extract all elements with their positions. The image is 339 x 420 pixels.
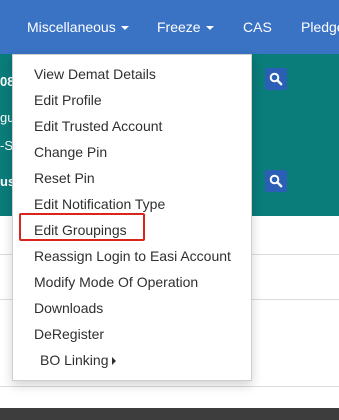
menu-item-view-demat-details[interactable]: View Demat Details xyxy=(13,61,251,87)
search-icon xyxy=(269,72,283,86)
nav-pledge[interactable]: Pledge xyxy=(301,0,339,54)
menu-item-reset-pin[interactable]: Reset Pin xyxy=(13,165,251,191)
nav-miscellaneous[interactable]: Miscellaneous xyxy=(27,0,129,54)
nav-cas-label: CAS xyxy=(243,19,272,35)
divider xyxy=(0,386,339,387)
caret-down-icon xyxy=(205,26,214,31)
nav-freeze[interactable]: Freeze xyxy=(157,0,214,54)
search-button[interactable] xyxy=(265,68,287,90)
search-icon xyxy=(269,174,283,188)
top-navbar: Miscellaneous Freeze CAS Pledge xyxy=(0,0,339,54)
search-button[interactable] xyxy=(265,170,287,192)
selection-highlight xyxy=(19,213,145,241)
caret-right-icon xyxy=(112,357,117,366)
footer-bar xyxy=(0,408,339,420)
nav-cas[interactable]: CAS xyxy=(243,0,272,54)
menu-item-edit-profile[interactable]: Edit Profile xyxy=(13,87,251,113)
nav-miscellaneous-label: Miscellaneous xyxy=(27,19,116,35)
nav-pledge-label: Pledge xyxy=(301,19,339,35)
bo-linking-label: BO Linking xyxy=(40,352,109,368)
menu-item-edit-trusted-account[interactable]: Edit Trusted Account xyxy=(13,113,251,139)
menu-item-change-pin[interactable]: Change Pin xyxy=(13,139,251,165)
nav-freeze-label: Freeze xyxy=(157,19,201,35)
menu-item-reassign-login[interactable]: Reassign Login to Easi Account xyxy=(13,243,251,269)
menu-item-modify-mode-of-operation[interactable]: Modify Mode Of Operation xyxy=(13,269,251,295)
menu-item-bo-linking[interactable]: BO Linking xyxy=(13,347,251,373)
menu-item-downloads[interactable]: Downloads xyxy=(13,295,251,321)
menu-item-deregister[interactable]: DeRegister xyxy=(13,321,251,347)
caret-down-icon xyxy=(120,26,129,31)
